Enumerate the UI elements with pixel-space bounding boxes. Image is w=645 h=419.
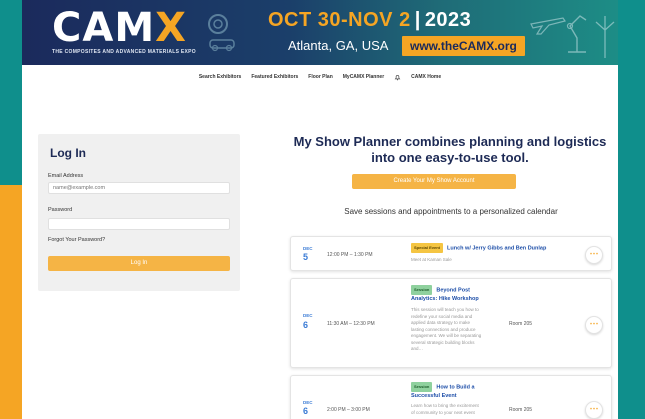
card-time: 11:30 AM – 12:30 PM — [327, 321, 375, 327]
login-title: Log In — [50, 146, 86, 160]
schedule-card[interactable]: DEC 5 12:00 PM – 1:30 PM Special Event Lu… — [290, 236, 612, 271]
event-location: Atlanta, GA, USA — [288, 38, 389, 53]
gear-icon — [208, 14, 235, 52]
card-title[interactable]: Session How to Build a Successful Event — [411, 382, 489, 400]
card-tag: Session — [411, 285, 433, 295]
email-label: Email Address — [48, 173, 84, 179]
email-field[interactable] — [48, 182, 230, 194]
wind-turbine-icon — [595, 16, 615, 58]
event-dates: OCT 30-NOV 2 | 2023 — [268, 9, 472, 31]
headline-line-1: My Show Planner combines planning and lo… — [293, 134, 607, 149]
card-month: DEC — [303, 246, 313, 251]
top-navigation: Search Exhibitors Featured Exhibitors Fl… — [22, 70, 618, 84]
card-desc: Learn how to bring the excitement of com… — [411, 403, 479, 415]
create-account-button[interactable]: Create Your My Show Account — [352, 174, 516, 189]
card-tag: Special Event — [411, 243, 444, 253]
nav-mycamx-planner[interactable]: MyCAMX Planner — [343, 74, 384, 80]
nav-floor-plan[interactable]: Floor Plan — [308, 74, 332, 80]
login-button[interactable]: Log In — [48, 256, 230, 271]
card-day: 6 — [303, 320, 309, 330]
more-dots-icon[interactable]: ⋯ — [585, 246, 603, 264]
planner-headline: My Show Planner combines planning and lo… — [275, 134, 625, 166]
card-room: Room 205 — [509, 407, 533, 413]
planner-subtitle: Save sessions and appointments to a pers… — [344, 207, 558, 216]
robot-arm-icon — [566, 15, 587, 53]
password-label: Password — [48, 207, 73, 213]
card-day: 5 — [303, 252, 309, 262]
camx-logo[interactable]: CAMX — [52, 6, 187, 50]
card-time: 12:00 PM – 1:30 PM — [327, 252, 373, 258]
event-url-link[interactable]: www.theCAMX.org — [402, 36, 525, 56]
card-title[interactable]: Special Event Lunch w/ Jerry Gibbs and Be… — [411, 243, 581, 253]
card-month: DEC — [303, 313, 313, 318]
forgot-password-link[interactable]: Forgot Your Password? — [48, 237, 105, 243]
nav-featured-exhibitors[interactable]: Featured Exhibitors — [251, 74, 298, 80]
logo-tagline: THE COMPOSITES AND ADVANCED MATERIALS EX… — [52, 49, 196, 55]
nav-search-exhibitors[interactable]: Search Exhibitors — [199, 74, 242, 80]
card-title[interactable]: Session Beyond Post Analytics: Hike Works… — [411, 285, 489, 303]
card-desc: Meet at Kaman Sale — [411, 257, 452, 262]
more-dots-icon[interactable]: ⋯ — [585, 316, 603, 334]
card-tag: Session — [411, 382, 433, 392]
password-field[interactable] — [48, 218, 230, 230]
airplane-icon — [530, 17, 566, 35]
nav-camx-home[interactable]: CAMX Home — [411, 74, 441, 80]
card-time: 2:00 PM – 3:00 PM — [327, 407, 370, 413]
header-banner: CAMX THE COMPOSITES AND ADVANCED MATERIA… — [22, 0, 618, 65]
headline-line-2: into one easy-to-use tool. — [371, 150, 529, 165]
card-room: Room 205 — [509, 321, 533, 327]
card-desc: This session will teach you how to redef… — [411, 307, 482, 351]
bell-icon[interactable] — [394, 74, 401, 81]
more-dots-icon[interactable]: ⋯ — [585, 401, 603, 419]
card-day: 6 — [303, 406, 309, 416]
schedule-card[interactable]: DEC 6 11:30 AM – 12:30 PM Session Beyond … — [290, 278, 612, 368]
orange-side-band — [0, 185, 22, 419]
card-month: DEC — [303, 400, 313, 405]
login-panel: Log In Email Address Password Forgot You… — [38, 134, 240, 291]
schedule-card[interactable]: DEC 6 2:00 PM – 3:00 PM Session How to Bu… — [290, 375, 612, 419]
